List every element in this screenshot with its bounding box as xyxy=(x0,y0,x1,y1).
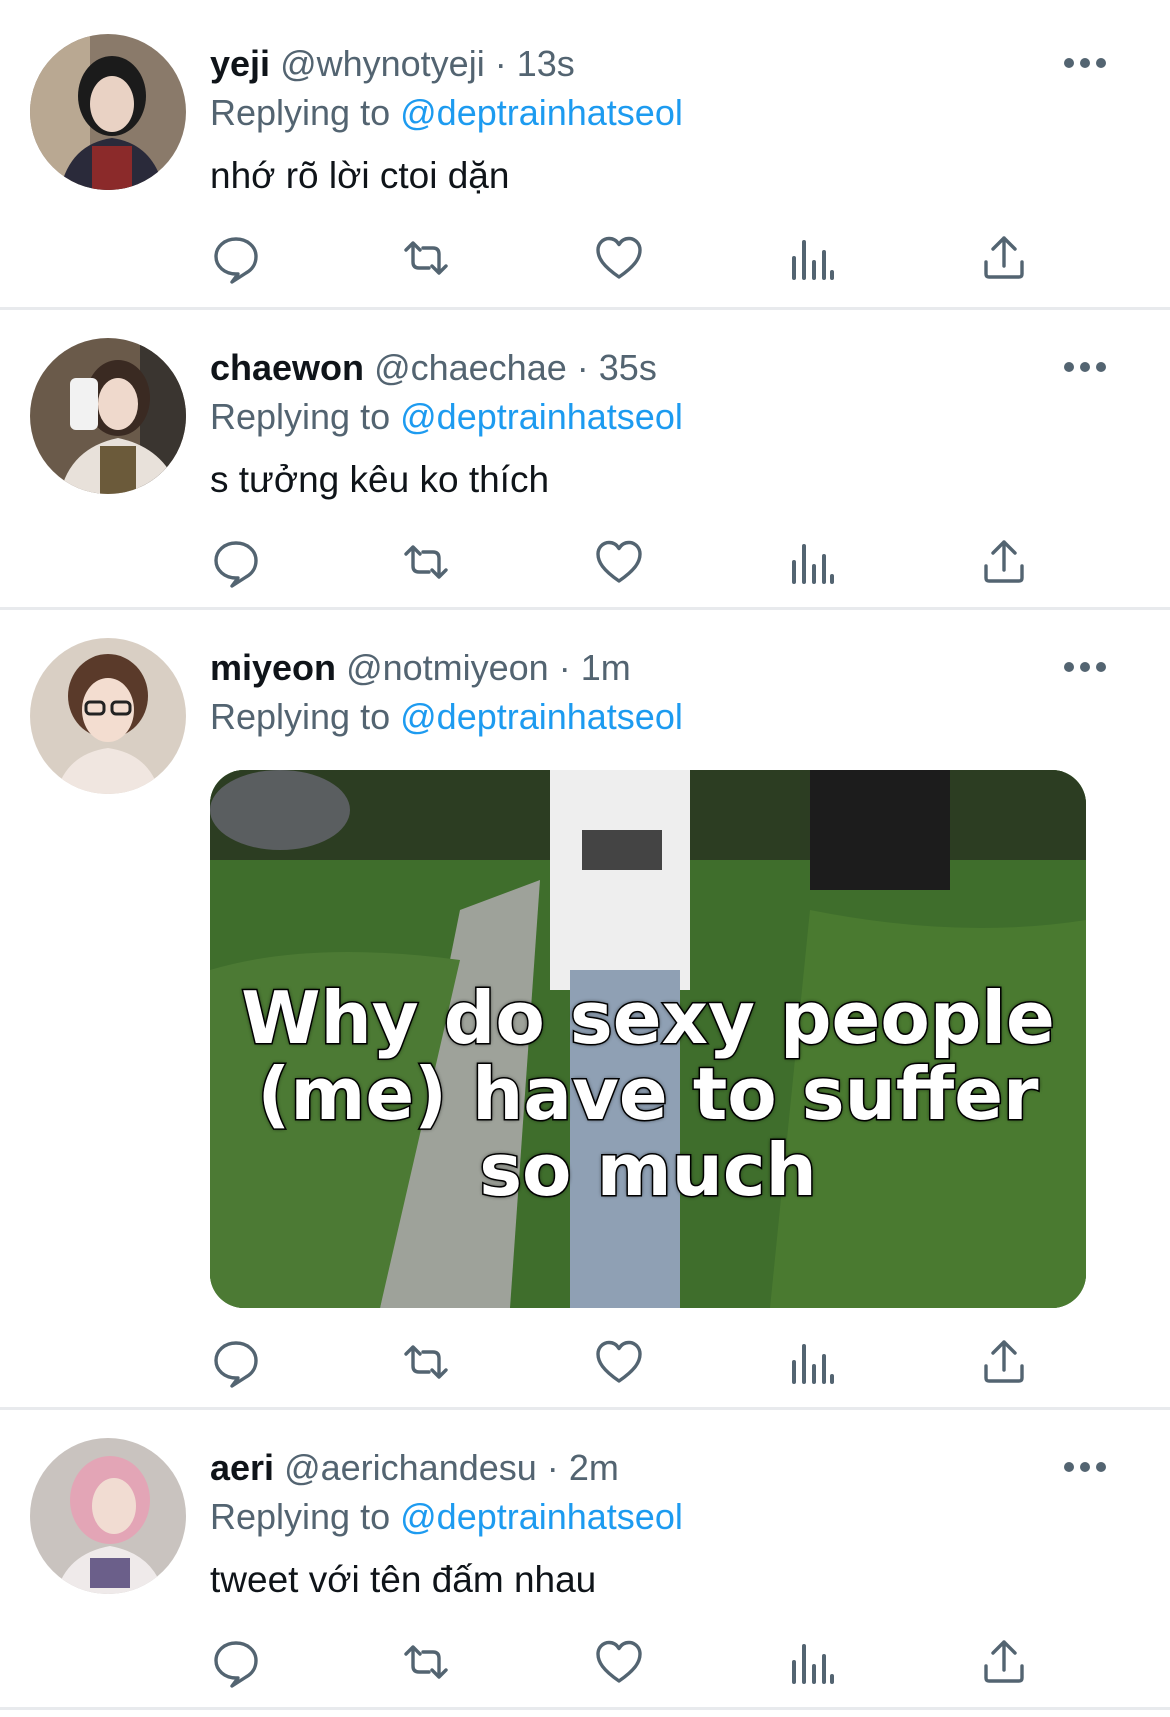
avatar[interactable] xyxy=(30,338,186,494)
meme-caption-line: so much xyxy=(478,1128,819,1212)
avatar[interactable] xyxy=(30,34,186,190)
tweet-text: nhớ rõ lời ctoi dặn xyxy=(210,155,510,196)
more-icon[interactable] xyxy=(1060,1452,1110,1482)
retweet-icon[interactable] xyxy=(400,232,452,284)
replying-prefix: Replying to xyxy=(210,1496,391,1537)
action-bar xyxy=(210,1636,1040,1692)
tweet[interactable]: yeji @whynotyeji · 13s Replying to @dept… xyxy=(0,0,1170,310)
user-handle[interactable]: @chaechae xyxy=(374,347,567,388)
heart-icon[interactable] xyxy=(593,1636,645,1688)
meme-caption: Why do sexy people (me) have to suffer s… xyxy=(210,976,1086,1212)
avatar[interactable] xyxy=(30,1438,186,1594)
views-icon[interactable] xyxy=(785,536,837,588)
tweet-text: s tưởng kêu ko thích xyxy=(210,459,550,500)
user-handle[interactable]: @notmiyeon xyxy=(346,647,549,688)
share-icon[interactable] xyxy=(978,1636,1030,1688)
replying-prefix: Replying to xyxy=(210,92,391,133)
user-handle[interactable]: @aerichandesu xyxy=(284,1447,537,1488)
meme-caption-line: (me) have to suffer xyxy=(256,1052,1040,1136)
separator: · xyxy=(494,43,507,84)
display-name[interactable]: aeri xyxy=(210,1447,274,1488)
reply-icon[interactable] xyxy=(210,536,262,588)
tweet[interactable]: aeri @aerichandesu · 2m Replying to @dep… xyxy=(0,1410,1170,1710)
views-icon[interactable] xyxy=(785,1636,837,1688)
more-icon[interactable] xyxy=(1060,352,1110,382)
tweet-header: yeji @whynotyeji · 13s xyxy=(210,40,575,88)
action-bar xyxy=(210,232,1040,288)
reply-icon[interactable] xyxy=(210,1336,262,1388)
heart-icon[interactable] xyxy=(593,1336,645,1388)
timestamp[interactable]: 1m xyxy=(581,647,631,688)
retweet-icon[interactable] xyxy=(400,1336,452,1388)
views-icon[interactable] xyxy=(785,232,837,284)
retweet-icon[interactable] xyxy=(400,536,452,588)
mention-link[interactable]: @deptrainhatseol xyxy=(400,696,683,737)
display-name[interactable]: chaewon xyxy=(210,347,364,388)
heart-icon[interactable] xyxy=(593,232,645,284)
timestamp[interactable]: 35s xyxy=(599,347,657,388)
tweet-media-image[interactable]: Why do sexy people (me) have to suffer s… xyxy=(210,770,1086,1308)
timestamp[interactable]: 13s xyxy=(517,43,575,84)
replying-prefix: Replying to xyxy=(210,396,391,437)
more-icon[interactable] xyxy=(1060,48,1110,78)
replying-to: Replying to @deptrainhatseol xyxy=(210,89,683,137)
mention-link[interactable]: @deptrainhatseol xyxy=(400,396,683,437)
tweet-header: aeri @aerichandesu · 2m xyxy=(210,1444,619,1492)
tweet-header: chaewon @chaechae · 35s xyxy=(210,344,657,392)
replying-to: Replying to @deptrainhatseol xyxy=(210,393,683,441)
share-icon[interactable] xyxy=(978,232,1030,284)
tweet[interactable]: chaewon @chaechae · 35s Replying to @dep… xyxy=(0,310,1170,610)
separator: · xyxy=(546,1447,559,1488)
separator: · xyxy=(558,647,571,688)
tweet-text: tweet với tên đấm nhau xyxy=(210,1559,597,1600)
retweet-icon[interactable] xyxy=(400,1636,452,1688)
reply-icon[interactable] xyxy=(210,232,262,284)
heart-icon[interactable] xyxy=(593,536,645,588)
replying-to: Replying to @deptrainhatseol xyxy=(210,1493,683,1541)
more-icon[interactable] xyxy=(1060,652,1110,682)
action-bar xyxy=(210,1336,1040,1392)
action-bar xyxy=(210,536,1040,592)
reply-icon[interactable] xyxy=(210,1636,262,1688)
avatar[interactable] xyxy=(30,638,186,794)
tweet-header: miyeon @notmiyeon · 1m xyxy=(210,644,631,692)
mention-link[interactable]: @deptrainhatseol xyxy=(400,92,683,133)
display-name[interactable]: miyeon xyxy=(210,647,336,688)
replying-to: Replying to @deptrainhatseol xyxy=(210,693,683,741)
timestamp[interactable]: 2m xyxy=(569,1447,619,1488)
replying-prefix: Replying to xyxy=(210,696,391,737)
tweet[interactable]: miyeon @notmiyeon · 1m Replying to @dept… xyxy=(0,610,1170,1410)
share-icon[interactable] xyxy=(978,1336,1030,1388)
mention-link[interactable]: @deptrainhatseol xyxy=(400,1496,683,1537)
views-icon[interactable] xyxy=(785,1336,837,1388)
separator: · xyxy=(576,347,589,388)
user-handle[interactable]: @whynotyeji xyxy=(280,43,485,84)
share-icon[interactable] xyxy=(978,536,1030,588)
display-name[interactable]: yeji xyxy=(210,43,270,84)
meme-caption-line: Why do sexy people xyxy=(240,976,1057,1060)
